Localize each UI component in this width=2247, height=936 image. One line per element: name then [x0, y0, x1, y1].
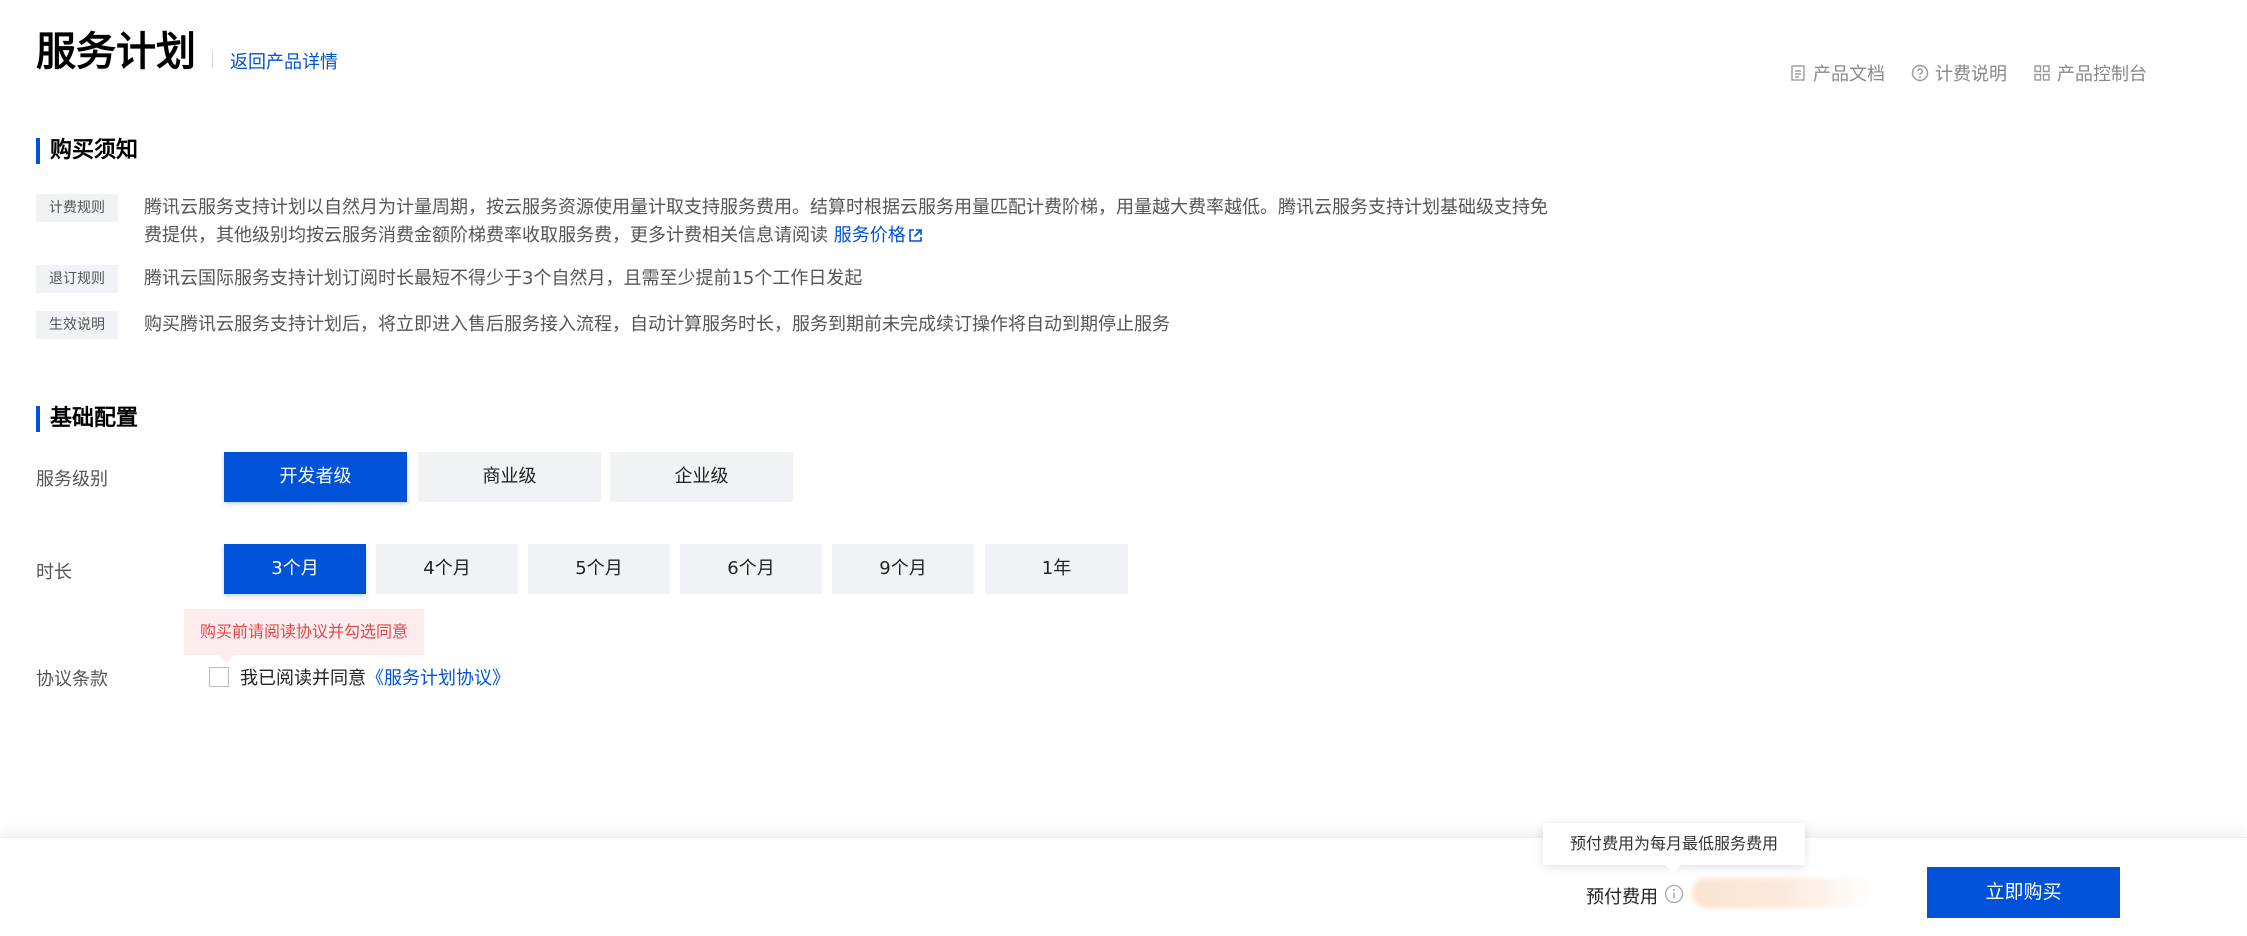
- level-option-enterprise[interactable]: 企业级: [610, 452, 793, 502]
- level-option-business[interactable]: 商业级: [418, 452, 601, 502]
- buy-now-button[interactable]: 立即购买: [1927, 867, 2120, 918]
- notice-tag: 计费规则: [36, 194, 118, 222]
- service-price-label: 服务价格: [833, 225, 906, 246]
- billing-info-link[interactable]: 计费说明: [1911, 60, 2007, 86]
- notice-row-billing: 计费规则 腾讯云服务支持计划以自然月为计量周期，按云服务资源使用量计取支持服务费…: [36, 194, 1564, 250]
- agreement-checkbox[interactable]: [209, 667, 229, 687]
- help-icon: [1911, 64, 1929, 82]
- notice-row-effective: 生效说明 购买腾讯云服务支持计划后，将立即进入售后服务接入流程，自动计算服务时长…: [36, 311, 1564, 339]
- grid-icon: [2034, 65, 2050, 81]
- notice-text: 购买腾讯云服务支持计划后，将立即进入售后服务接入流程，自动计算服务时长，服务到期…: [144, 314, 1170, 335]
- duration-option-4m[interactable]: 4个月: [376, 544, 518, 594]
- duration-option-3m[interactable]: 3个月: [224, 544, 366, 594]
- prepaid-fee-value-blurred: [1692, 878, 1872, 908]
- duration-label: 时长: [36, 562, 72, 583]
- notice-tag: 退订规则: [36, 265, 118, 293]
- duration-option-1y[interactable]: 1年: [985, 544, 1128, 594]
- notice-text: 腾讯云国际服务支持计划订阅时长最短不得少于3个自然月，且需至少提前15个工作日发…: [144, 268, 863, 289]
- product-docs-label: 产品文档: [1813, 64, 1885, 85]
- bottom-action-bar: [0, 837, 2247, 936]
- notice-tag: 生效说明: [36, 311, 118, 339]
- agreement-link[interactable]: 《服务计划协议》: [366, 668, 510, 689]
- fee-tooltip: 预付费用为每月最低服务费用: [1543, 823, 1805, 873]
- notice-section-title: 购买须知: [36, 138, 138, 164]
- prepaid-fee-label: 预付费用: [1586, 887, 1658, 908]
- product-docs-link[interactable]: 产品文档: [1789, 60, 1885, 86]
- external-link-icon: [908, 229, 922, 242]
- duration-option-6m[interactable]: 6个月: [680, 544, 822, 594]
- info-icon[interactable]: [1664, 884, 1684, 904]
- service-level-label: 服务级别: [36, 469, 108, 490]
- agreement-label: 协议条款: [36, 669, 108, 690]
- duration-option-5m[interactable]: 5个月: [528, 544, 670, 594]
- product-console-label: 产品控制台: [2057, 64, 2147, 85]
- back-to-product-link[interactable]: 返回产品详情: [230, 48, 338, 74]
- top-links: 产品文档 计费说明 产品控制台: [1789, 60, 2147, 86]
- page-title: 服务计划: [36, 29, 196, 75]
- notice-row-unsubscribe: 退订规则 腾讯云国际服务支持计划订阅时长最短不得少于3个自然月，且需至少提前15…: [36, 265, 1564, 293]
- level-option-developer[interactable]: 开发者级: [224, 452, 407, 502]
- notice-text: 腾讯云服务支持计划以自然月为计量周期，按云服务资源使用量计取支持服务费用。结算时…: [144, 194, 1564, 250]
- config-section-title: 基础配置: [36, 406, 138, 432]
- duration-option-9m[interactable]: 9个月: [832, 544, 974, 594]
- title-divider: [212, 50, 213, 68]
- agreement-text-body: 我已阅读并同意: [240, 668, 366, 689]
- product-console-link[interactable]: 产品控制台: [2033, 60, 2147, 86]
- agreement-text: 我已阅读并同意《服务计划协议》: [240, 664, 510, 690]
- agreement-warning-tooltip: 购买前请阅读协议并勾选同意: [184, 609, 425, 663]
- doc-icon: [1791, 65, 1805, 81]
- billing-info-label: 计费说明: [1935, 64, 2007, 85]
- service-price-link[interactable]: 服务价格: [834, 225, 923, 246]
